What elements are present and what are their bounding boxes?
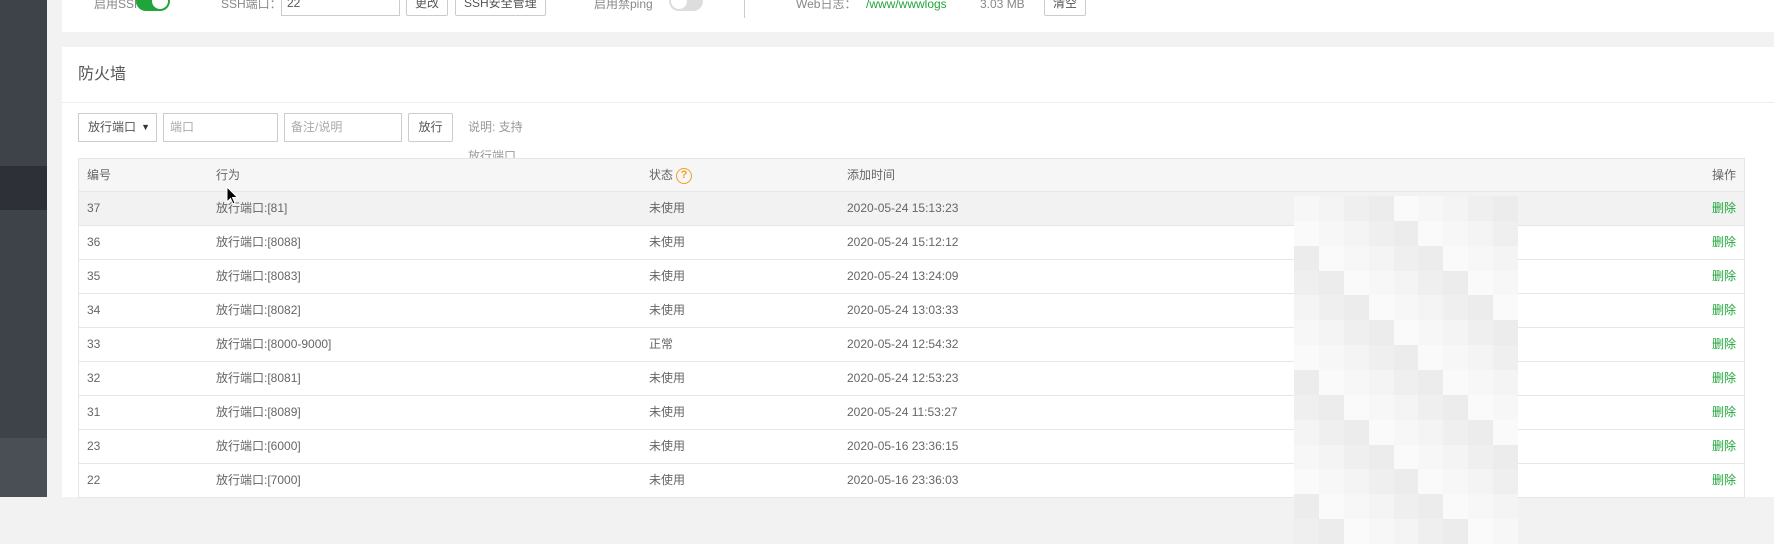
row-added-time: 2020-05-24 12:53:23 bbox=[847, 371, 959, 385]
row-status: 未使用 bbox=[649, 201, 686, 215]
column-header-status-label: 状态 bbox=[649, 168, 674, 182]
delete-rule-link[interactable]: 删除 bbox=[1712, 430, 1736, 463]
row-id: 22 bbox=[87, 473, 101, 487]
column-header-added-time: 添加时间 bbox=[847, 168, 896, 182]
row-status: 未使用 bbox=[649, 405, 686, 419]
rule-type-select-value: 放行端口 bbox=[88, 120, 137, 134]
firewall-title: 防火墙 bbox=[78, 66, 127, 83]
security-settings-panel: 启用SSH SSH端口： 22 更改 SSH安全管理 启用禁ping Web日志… bbox=[62, 0, 1774, 32]
divider bbox=[744, 0, 745, 18]
web-log-path-link[interactable]: /www/wwwlogs bbox=[866, 0, 947, 14]
row-added-time: 2020-05-24 13:24:09 bbox=[847, 269, 959, 283]
row-id: 33 bbox=[87, 337, 101, 351]
mouse-cursor-icon bbox=[226, 186, 239, 205]
column-header-id: 编号 bbox=[87, 168, 112, 182]
row-id: 34 bbox=[87, 303, 101, 317]
delete-rule-link[interactable]: 删除 bbox=[1712, 328, 1736, 361]
row-action: 放行端口:[8081] bbox=[216, 371, 301, 385]
row-id: 35 bbox=[87, 269, 101, 283]
rule-type-select[interactable]: 放行端口 ▼ bbox=[78, 113, 157, 142]
ping-label: 启用禁ping bbox=[594, 0, 653, 11]
clear-log-button[interactable]: 清空 bbox=[1044, 0, 1087, 16]
row-id: 37 bbox=[87, 201, 101, 215]
sidebar bbox=[0, 0, 47, 497]
row-action: 放行端口:[8000-9000] bbox=[216, 337, 332, 351]
port-input[interactable]: 端口 bbox=[163, 113, 278, 142]
row-action: 放行端口:[6000] bbox=[216, 439, 301, 453]
firewall-panel: 防火墙 放行端口 ▼ 端口 备注/说明 放行 说明: 支持放行端口范围，如: 3… bbox=[62, 47, 1774, 544]
row-status: 未使用 bbox=[649, 473, 686, 487]
column-header-operation: 操作 bbox=[1711, 168, 1736, 182]
delete-rule-link[interactable]: 删除 bbox=[1712, 294, 1736, 327]
divider bbox=[62, 102, 1774, 103]
ssh-manage-button[interactable]: SSH安全管理 bbox=[455, 0, 546, 16]
column-header-status: 状态? bbox=[649, 159, 693, 191]
row-status: 正常 bbox=[649, 337, 674, 351]
row-action: 放行端口:[7000] bbox=[216, 473, 301, 487]
row-id: 23 bbox=[87, 439, 101, 453]
row-status: 未使用 bbox=[649, 371, 686, 385]
row-action: 放行端口:[8083] bbox=[216, 269, 301, 283]
caret-down-icon: ▼ bbox=[141, 122, 150, 132]
ping-toggle[interactable] bbox=[669, 0, 703, 11]
delete-rule-link[interactable]: 删除 bbox=[1712, 464, 1736, 497]
sidebar-lower-item[interactable] bbox=[0, 438, 47, 497]
row-added-time: 2020-05-24 13:03:33 bbox=[847, 303, 959, 317]
table-header: 编号 行为 状态? 添加时间 操作 bbox=[79, 159, 1744, 192]
change-port-button[interactable]: 更改 bbox=[406, 0, 449, 16]
delete-rule-link[interactable]: 删除 bbox=[1712, 396, 1736, 429]
row-status: 未使用 bbox=[649, 235, 686, 249]
row-id: 31 bbox=[87, 405, 101, 419]
row-added-time: 2020-05-24 12:54:32 bbox=[847, 337, 959, 351]
row-added-time: 2020-05-24 11:53:27 bbox=[847, 405, 958, 419]
delete-rule-link[interactable]: 删除 bbox=[1712, 260, 1736, 293]
allow-port-button[interactable]: 放行 bbox=[408, 113, 453, 142]
ssh-port-label: SSH端口： bbox=[221, 0, 282, 11]
row-id: 36 bbox=[87, 235, 101, 249]
row-added-time: 2020-05-24 15:13:23 bbox=[847, 201, 959, 215]
row-status: 未使用 bbox=[649, 303, 686, 317]
delete-rule-link[interactable]: 删除 bbox=[1712, 192, 1736, 225]
web-log-size: 3.03 MB bbox=[980, 0, 1025, 11]
row-status: 未使用 bbox=[649, 439, 686, 453]
row-added-time: 2020-05-24 15:12:12 bbox=[847, 235, 959, 249]
ssh-port-input[interactable]: 22 bbox=[281, 0, 400, 16]
note-input[interactable]: 备注/说明 bbox=[284, 113, 402, 142]
row-added-time: 2020-05-16 23:36:03 bbox=[847, 473, 959, 487]
ssh-toggle[interactable] bbox=[136, 0, 170, 11]
row-action: 放行端口:[8088] bbox=[216, 235, 301, 249]
row-added-time: 2020-05-16 23:36:15 bbox=[847, 439, 959, 453]
delete-rule-link[interactable]: 删除 bbox=[1712, 362, 1736, 395]
help-question-icon[interactable]: ? bbox=[676, 167, 693, 184]
row-action: 放行端口:[8089] bbox=[216, 405, 301, 419]
row-id: 32 bbox=[87, 371, 101, 385]
row-action: 放行端口:[8082] bbox=[216, 303, 301, 317]
row-status: 未使用 bbox=[649, 269, 686, 283]
sidebar-active-item[interactable] bbox=[0, 166, 47, 210]
web-log-label: Web日志： bbox=[796, 0, 857, 11]
delete-rule-link[interactable]: 删除 bbox=[1712, 226, 1736, 259]
redacted-mosaic bbox=[1294, 196, 1518, 544]
